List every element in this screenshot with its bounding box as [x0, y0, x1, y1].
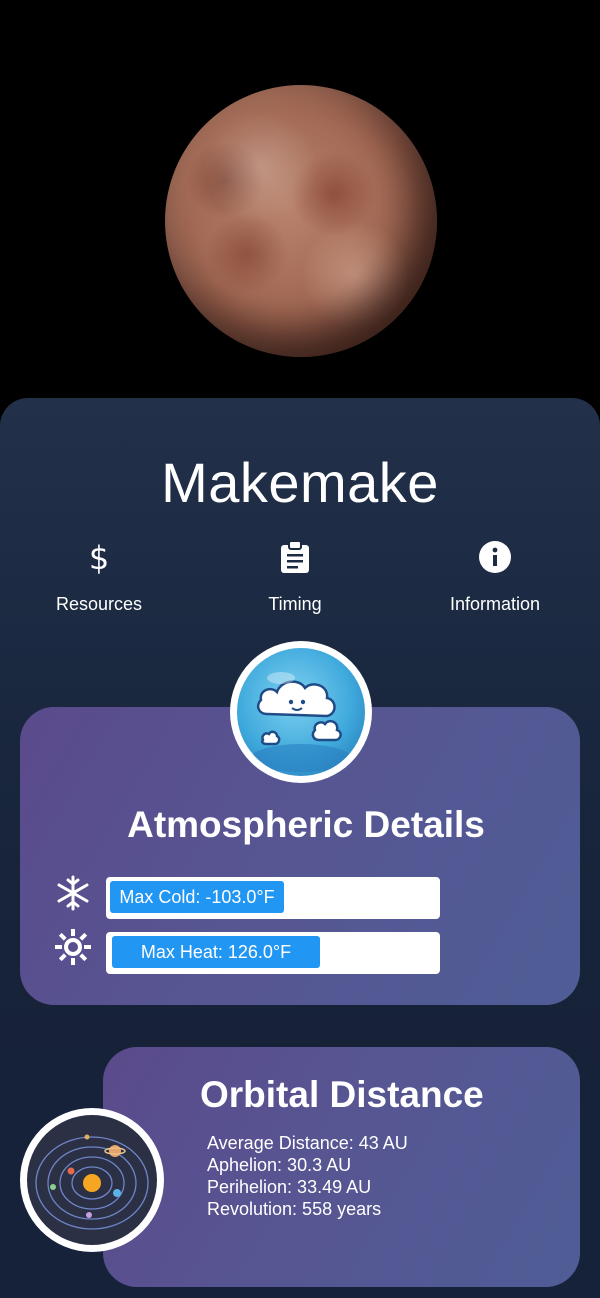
nav-label-timing: Timing [268, 594, 322, 614]
max-heat-bar: Max Heat: 126.0°F [106, 932, 440, 974]
perihelion-text: Perihelion: 33.49 AU [207, 1177, 372, 1197]
max-cold-bar: Max Cold: -103.0°F [106, 877, 440, 919]
atmospheric-details-heading: Atmospheric Details [127, 804, 485, 845]
nav-item-resources[interactable]: $ Resources [19, 540, 179, 615]
dollar-icon: $ [89, 540, 109, 574]
planet-image [165, 85, 437, 357]
clipboard-icon [281, 540, 309, 573]
aphelion-text: Aphelion: 30.3 AU [207, 1155, 352, 1175]
info-icon [479, 541, 511, 573]
sun-icon [55, 929, 91, 965]
snowflake-icon [57, 875, 89, 911]
max-heat-label: Max Heat: 126.0°F [112, 936, 320, 968]
cloud-icon [251, 672, 351, 772]
planet-title: Makemake [161, 451, 439, 514]
hero-section [0, 0, 600, 420]
nav-item-timing[interactable]: Timing [215, 540, 375, 615]
max-cold-label: Max Cold: -103.0°F [110, 881, 284, 913]
cloud-badge [230, 641, 372, 783]
average-distance-text: Average Distance: 43 AU [207, 1133, 408, 1153]
orbital-distance-heading: Orbital Distance [200, 1074, 484, 1115]
svg-text:$: $ [89, 540, 109, 574]
nav-item-information[interactable]: Information [415, 540, 575, 615]
nav-label-information: Information [449, 594, 541, 614]
solar-system-badge [20, 1108, 164, 1252]
nav-label-resources: Resources [55, 594, 143, 614]
solar-system-icon [35, 1134, 149, 1230]
